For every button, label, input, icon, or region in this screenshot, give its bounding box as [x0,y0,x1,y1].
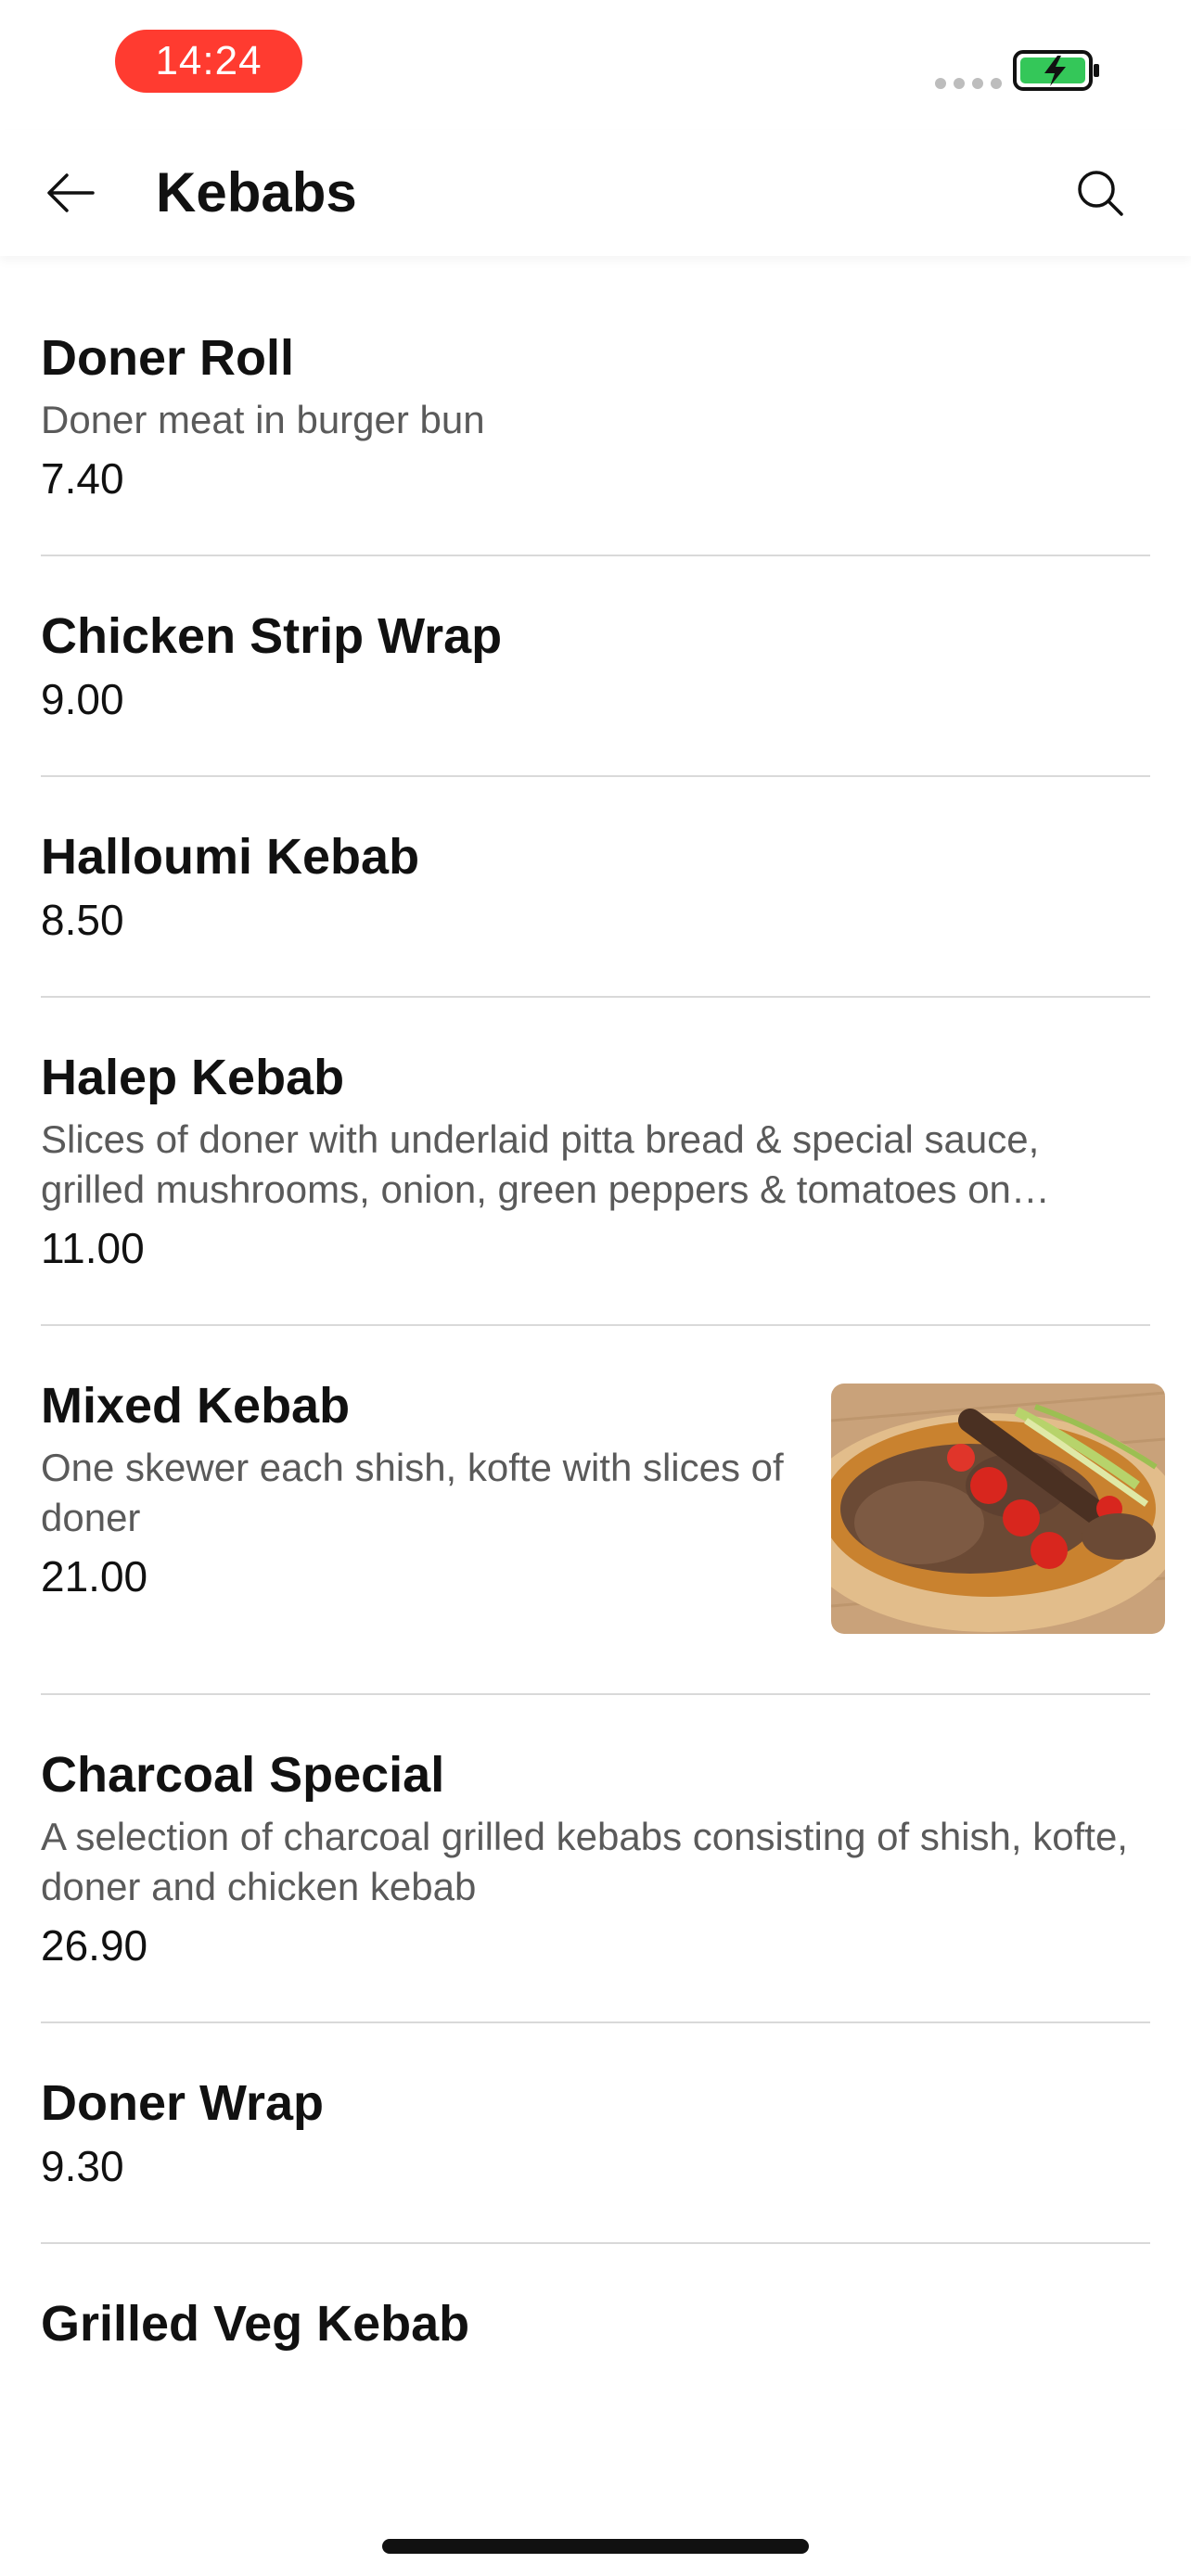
item-description: Doner meat in burger bun [41,398,485,441]
menu-item-grilled-veg-kebab[interactable]: Grilled Veg Kebab [41,2244,1150,2404]
item-price: 8.50 [41,896,124,944]
menu-item-chicken-strip-wrap[interactable]: Chicken Strip Wrap 9.00 [41,556,1150,777]
item-price: 9.30 [41,2142,124,2190]
arrow-left-icon[interactable] [41,163,100,223]
menu-item-list: Doner Roll Doner meat in burger bun 7.40… [0,278,1191,2404]
item-name: Halep Kebab [41,1050,345,1105]
item-photo [831,1384,1165,1634]
item-price: 9.00 [41,675,124,723]
item-name: Doner Wrap [41,2075,325,2131]
menu-item-charcoal-special[interactable]: Charcoal Special A selection of charcoal… [41,1695,1150,2023]
menu-item-doner-wrap[interactable]: Doner Wrap 9.30 [41,2023,1150,2244]
item-price: 26.90 [41,1921,148,1970]
item-name: Doner Roll [41,330,295,386]
menu-item-mixed-kebab[interactable]: Mixed Kebab One skewer each shish, kofte… [41,1326,1165,1695]
item-description: A selection of charcoal grilled kebabs c… [41,1815,1128,1908]
item-price: 11.00 [41,1224,145,1272]
item-price: 7.40 [41,454,124,503]
item-name: Chicken Strip Wrap [41,608,503,664]
item-text: Mixed Kebab One skewer each shish, kofte… [41,1376,820,1602]
item-name: Charcoal Special [41,1747,445,1803]
status-time: 14:24 [115,30,302,93]
menu-item-halep-kebab[interactable]: Halep Kebab Slices of doner with underla… [41,998,1150,1326]
battery-charging-icon [1013,50,1099,91]
search-icon[interactable] [1070,163,1130,223]
status-bar: 14:24 [0,0,1191,130]
item-description: One skewer each shish, kofte with slices… [41,1446,784,1539]
app-header: Kebabs [0,130,1191,256]
signal-icon [935,78,1002,89]
item-name: Grilled Veg Kebab [41,2296,470,2352]
item-price: 21.00 [41,1552,148,1600]
page-title: Kebabs [156,161,357,223]
menu-item-halloumi-kebab[interactable]: Halloumi Kebab 8.50 [41,777,1150,998]
item-name: Mixed Kebab [41,1378,351,1434]
home-indicator[interactable] [382,2539,809,2554]
menu-item-doner-roll[interactable]: Doner Roll Doner meat in burger bun 7.40 [41,278,1150,556]
item-name: Halloumi Kebab [41,829,420,885]
item-description: Slices of doner with underlaid pitta bre… [41,1117,1040,1211]
